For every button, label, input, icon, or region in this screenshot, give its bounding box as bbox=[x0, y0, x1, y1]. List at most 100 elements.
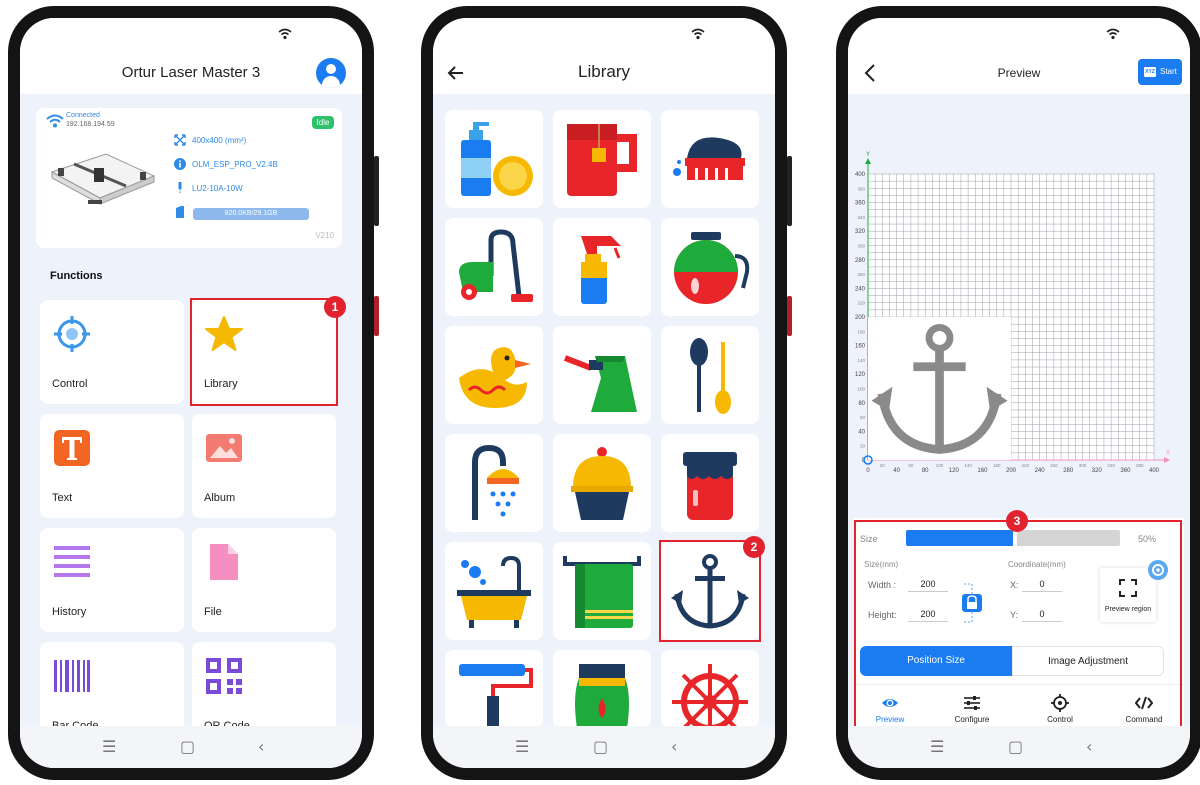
library-item[interactable] bbox=[553, 542, 651, 640]
start-button[interactable]: XYZ Start bbox=[1138, 59, 1182, 85]
side-button bbox=[787, 156, 792, 226]
status-bar bbox=[20, 18, 362, 52]
function-label: File bbox=[204, 606, 222, 618]
step-badge: 2 bbox=[743, 536, 765, 558]
avatar[interactable] bbox=[316, 58, 346, 88]
x-tick-label: 320 bbox=[1092, 468, 1103, 474]
library-item[interactable] bbox=[445, 650, 543, 728]
library-item[interactable] bbox=[553, 218, 651, 316]
x-tick-label: 380 bbox=[1136, 463, 1144, 468]
function-card-text[interactable]: Text bbox=[40, 414, 184, 518]
home-icon[interactable]: ▢ bbox=[1008, 739, 1023, 755]
system-nav-bar: ☰ ▢ ‹ bbox=[848, 726, 1190, 768]
library-item[interactable] bbox=[661, 218, 759, 316]
coffee-pot-icon bbox=[674, 232, 750, 304]
cupcake-icon bbox=[571, 447, 633, 520]
y-tick-label: 200 bbox=[855, 315, 866, 321]
spoons-icon bbox=[690, 338, 731, 414]
ship-wheel-icon bbox=[672, 664, 748, 728]
function-label: History bbox=[52, 606, 87, 618]
y-tick-label: 340 bbox=[857, 215, 865, 220]
screen: Library 2 ☰ ▢ ‹ bbox=[433, 18, 775, 768]
back-icon[interactable]: ‹ bbox=[1086, 739, 1092, 755]
library-item[interactable] bbox=[553, 326, 651, 424]
x-tick-label: 100 bbox=[936, 463, 944, 468]
x-tick-label: 180 bbox=[993, 463, 1001, 468]
x-tick-label: 40 bbox=[893, 468, 900, 474]
y-tick-label: 20 bbox=[860, 444, 866, 449]
x-tick-label: 80 bbox=[922, 468, 929, 474]
page-title: Library bbox=[578, 62, 630, 81]
app-header: Library bbox=[433, 52, 775, 94]
wifi-icon bbox=[1106, 28, 1120, 40]
back-icon[interactable]: ‹ bbox=[258, 739, 264, 755]
storage-bar: 820.0KB/29.1GB bbox=[193, 208, 309, 220]
x-tick-label: 120 bbox=[949, 468, 960, 474]
laser-module-icon bbox=[178, 182, 182, 194]
crosshair-icon bbox=[54, 316, 90, 352]
library-item[interactable] bbox=[661, 650, 759, 728]
wifi-icon bbox=[278, 28, 292, 40]
library-item[interactable] bbox=[445, 326, 543, 424]
x-tick-label: 240 bbox=[1035, 468, 1046, 474]
function-label: Control bbox=[52, 378, 88, 390]
ip-address: 192.168.194.59 bbox=[66, 121, 115, 128]
file-icon bbox=[210, 544, 238, 580]
jar-icon bbox=[575, 664, 629, 728]
library-item[interactable] bbox=[661, 326, 759, 424]
screen: Ortur Laser Master 3 Connected 192.168.1… bbox=[20, 18, 362, 768]
status-badge: Idle bbox=[312, 116, 334, 129]
info-icon bbox=[174, 158, 186, 170]
side-button bbox=[374, 296, 379, 336]
y-tick-label: 160 bbox=[855, 344, 866, 350]
library-item[interactable] bbox=[553, 434, 651, 532]
step-badge: 1 bbox=[324, 296, 346, 318]
screen: Preview XYZ Start Y X 0 20 40 60 80 100 120 140 16… bbox=[848, 18, 1190, 768]
y-tick-label: 400 bbox=[855, 172, 866, 178]
y-tick-label: 100 bbox=[857, 387, 865, 392]
qrcode-icon bbox=[206, 658, 242, 694]
dish-soap-icon bbox=[461, 122, 533, 196]
home-icon[interactable]: ▢ bbox=[593, 739, 608, 755]
y-tick-label: 300 bbox=[857, 244, 865, 249]
device-card[interactable]: Connected 192.168.194.59 Idle 400x400 (m… bbox=[36, 108, 342, 248]
x-tick-label: 220 bbox=[1022, 463, 1030, 468]
function-card-history[interactable]: History bbox=[40, 528, 184, 632]
phone-home: Ortur Laser Master 3 Connected 192.168.1… bbox=[8, 6, 379, 780]
library-item[interactable] bbox=[553, 110, 651, 208]
y-tick-label: 220 bbox=[857, 301, 865, 306]
library-item[interactable] bbox=[553, 650, 651, 728]
turkish-coffee-pot-icon bbox=[563, 355, 637, 412]
x-tick-label: 280 bbox=[1063, 468, 1074, 474]
x-tick-label: 300 bbox=[1079, 463, 1087, 468]
app-header: Preview XYZ Start bbox=[848, 52, 1190, 94]
x-tick-label: 200 bbox=[1006, 468, 1017, 474]
y-tick-label: 60 bbox=[860, 415, 866, 420]
library-item[interactable] bbox=[445, 218, 543, 316]
library-item[interactable] bbox=[445, 542, 543, 640]
back-icon[interactable]: ‹ bbox=[671, 739, 677, 755]
history-icon bbox=[54, 546, 90, 577]
function-card-file[interactable]: File bbox=[192, 528, 336, 632]
home-icon[interactable]: ▢ bbox=[180, 739, 195, 755]
connection-status: Connected bbox=[66, 112, 100, 119]
function-card-control[interactable]: Control bbox=[40, 300, 184, 404]
step-badge: 3 bbox=[1006, 510, 1028, 532]
laser-module: LU2-10A-10W bbox=[192, 184, 243, 193]
menu-icon[interactable]: ☰ bbox=[515, 739, 529, 755]
library-item[interactable] bbox=[661, 110, 759, 208]
image-icon bbox=[206, 434, 242, 462]
library-item[interactable] bbox=[445, 110, 543, 208]
menu-icon[interactable]: ☰ bbox=[102, 739, 116, 755]
y-tick-label: 240 bbox=[855, 286, 866, 292]
function-card-album[interactable]: Album bbox=[192, 414, 336, 518]
library-item[interactable] bbox=[445, 434, 543, 532]
y-tick-label: 80 bbox=[858, 401, 865, 407]
spray-bottle-icon bbox=[581, 236, 621, 304]
wifi-icon bbox=[46, 114, 64, 128]
preview-canvas[interactable]: Y X 0 20 40 60 80 100 120 140 160 180 200 220 240 260 28… bbox=[848, 94, 1190, 516]
status-bar bbox=[433, 18, 775, 52]
menu-icon[interactable]: ☰ bbox=[930, 739, 944, 755]
library-item[interactable] bbox=[661, 434, 759, 532]
x-tick-label: 160 bbox=[977, 468, 988, 474]
